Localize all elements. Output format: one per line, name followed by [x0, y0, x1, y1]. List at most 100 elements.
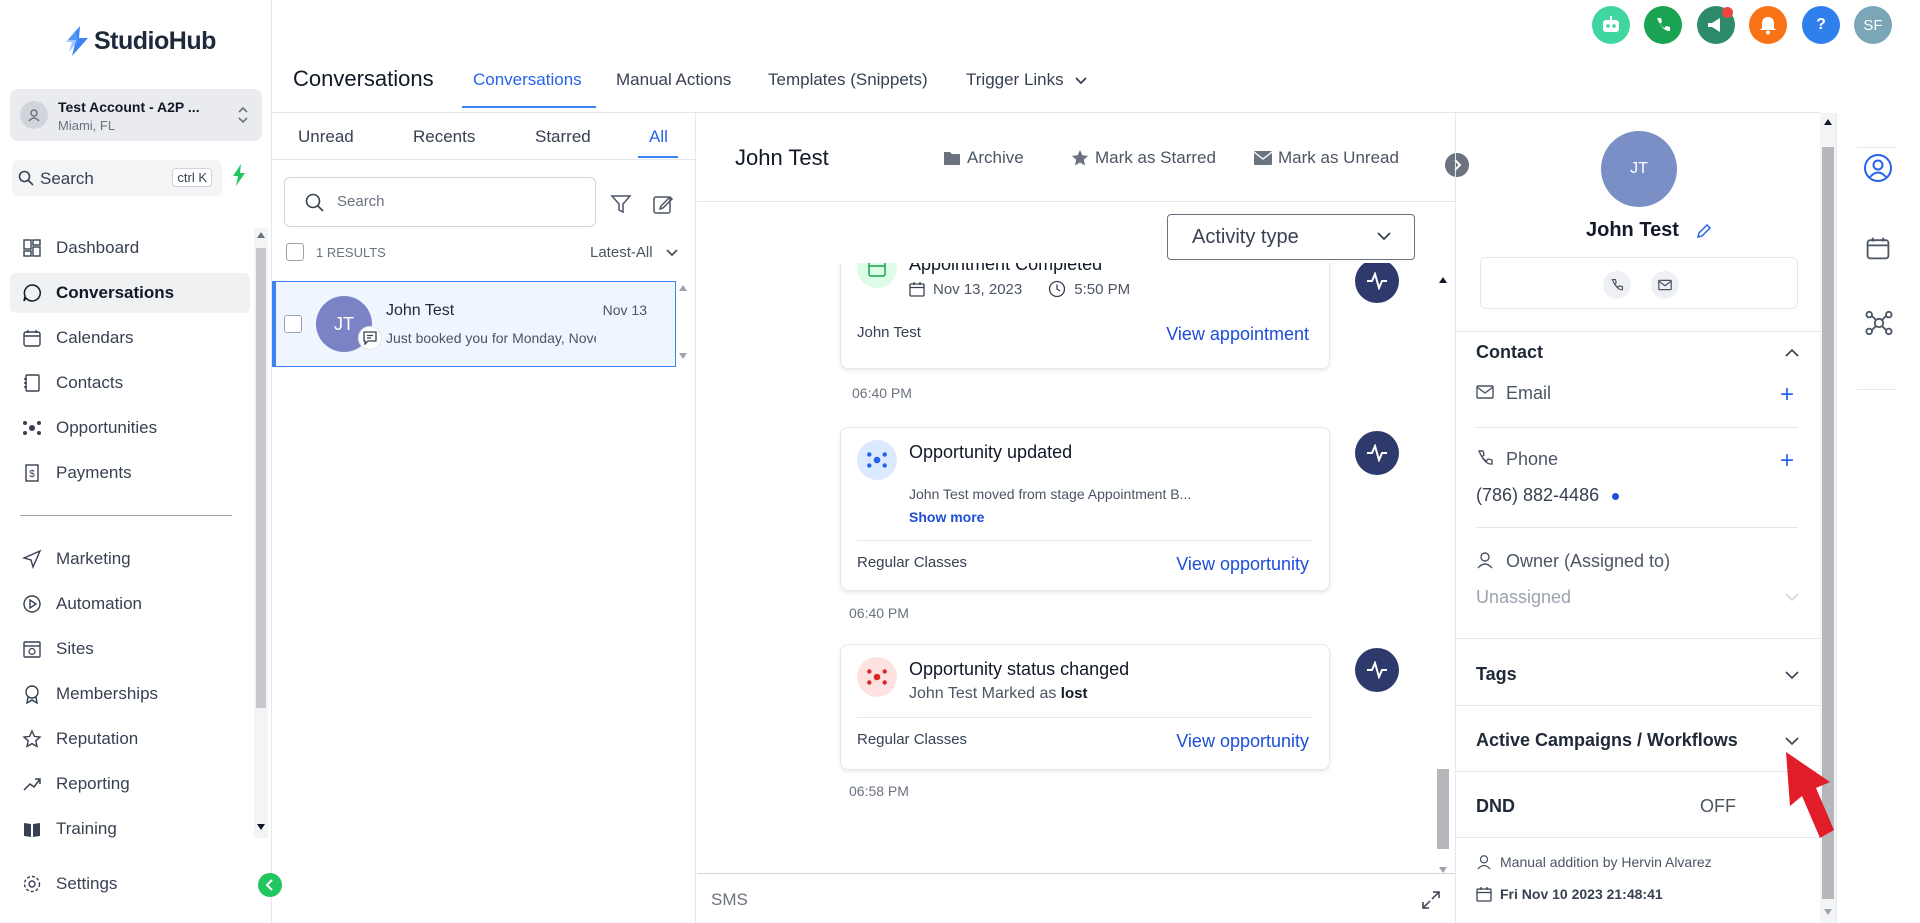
tab-templates[interactable]: Templates (Snippets) — [768, 70, 928, 90]
message-composer[interactable]: SMS — [697, 873, 1455, 923]
mark-unread-label: Mark as Unread — [1278, 148, 1399, 167]
chevron-down-icon[interactable] — [1784, 591, 1800, 603]
call-button[interactable] — [1603, 271, 1631, 299]
add-email-button[interactable]: + — [1780, 383, 1794, 407]
sidebar-item-label: Memberships — [56, 684, 159, 703]
chevron-down-icon — [1075, 76, 1088, 84]
contact-profile-icon[interactable] — [1863, 153, 1893, 183]
thread-scrollbar[interactable] — [1435, 273, 1451, 879]
card-title: Appointment Completed — [909, 263, 1103, 274]
phone-value[interactable]: (786) 882-4486 — [1476, 485, 1620, 506]
sidebar-item-reporting[interactable]: Reporting — [10, 764, 250, 804]
thread-scroll-thumb[interactable] — [1437, 769, 1449, 849]
archive-button[interactable]: Archive — [943, 148, 1024, 168]
conversation-checkbox[interactable] — [284, 315, 302, 333]
view-opportunity-link[interactable]: View opportunity — [1176, 731, 1309, 752]
user-avatar-button[interactable]: SF — [1854, 6, 1892, 44]
contact-section-header[interactable]: Contact — [1476, 342, 1543, 363]
quick-contact-actions — [1480, 257, 1798, 309]
sidebar-item-label: Payments — [56, 463, 132, 482]
sort-dropdown[interactable]: Latest-All — [590, 244, 679, 261]
filter-tab-starred[interactable]: Starred — [535, 127, 591, 147]
sidebar-item-calendars[interactable]: Calendars — [10, 318, 250, 358]
activity-pulse-badge — [1355, 431, 1399, 475]
channel-label: SMS — [711, 890, 748, 909]
tab-trigger-links[interactable]: Trigger Links — [966, 70, 1088, 90]
mark-starred-button[interactable]: Mark as Starred — [1071, 148, 1216, 168]
sms-channel-badge — [358, 326, 382, 350]
sidebar-item-conversations[interactable]: Conversations — [10, 273, 250, 313]
sidebar-item-training[interactable]: Training — [10, 809, 250, 849]
dnd-section-header[interactable]: DND — [1476, 796, 1515, 817]
sidebar-item-opportunities[interactable]: Opportunities — [10, 408, 250, 448]
sidebar-item-automation[interactable]: Automation — [10, 584, 250, 624]
conversation-search-input[interactable]: Search — [284, 177, 596, 227]
phone-button[interactable] — [1644, 6, 1682, 44]
expand-icon[interactable] — [1421, 890, 1441, 910]
sidebar-item-reputation[interactable]: Reputation — [10, 719, 250, 759]
view-appointment-link[interactable]: View appointment — [1166, 324, 1309, 345]
calendar-icon[interactable] — [1865, 235, 1891, 261]
sidebar-item-dashboard[interactable]: Dashboard — [10, 228, 250, 268]
timestamp: 06:40 PM — [849, 605, 909, 621]
chevron-down-icon[interactable] — [1784, 735, 1800, 747]
scroll-down-icon — [679, 353, 687, 359]
owner-select[interactable]: Unassigned — [1476, 587, 1571, 608]
opportunities-icon[interactable] — [1865, 309, 1893, 337]
sidebar-item-memberships[interactable]: Memberships — [10, 674, 250, 714]
tab-manual-actions[interactable]: Manual Actions — [616, 70, 731, 90]
tab-trigger-links-label: Trigger Links — [966, 70, 1064, 89]
chevron-down-icon[interactable] — [1784, 669, 1800, 681]
pencil-edit-icon[interactable] — [1696, 223, 1712, 239]
view-opportunity-link[interactable]: View opportunity — [1176, 554, 1309, 575]
sidebar-scrollbar[interactable] — [254, 228, 268, 838]
section-divider — [1456, 771, 1821, 772]
activity-type-select[interactable]: Activity type — [1167, 214, 1415, 260]
sidebar-item-payments[interactable]: $ Payments — [10, 453, 250, 493]
show-more-link[interactable]: Show more — [909, 509, 984, 525]
help-label: ? — [1816, 16, 1826, 33]
status-text: John Test Marked as — [909, 685, 1061, 702]
activity-icon — [1367, 661, 1387, 679]
list-scrollbar[interactable] — [676, 281, 690, 367]
envelope-icon — [1658, 279, 1672, 291]
sidebar-item-sites[interactable]: Sites — [10, 629, 250, 669]
email-button[interactable] — [1651, 271, 1679, 299]
brand-logo[interactable]: StudioHub — [66, 26, 216, 56]
mark-unread-button[interactable]: Mark as Unread — [1254, 148, 1399, 168]
filter-tab-recents[interactable]: Recents — [413, 127, 475, 147]
select-all-checkbox[interactable] — [286, 243, 304, 261]
chevron-up-icon[interactable] — [1784, 347, 1800, 359]
campaigns-section-header[interactable]: Active Campaigns / Workflows — [1476, 730, 1738, 751]
right-rail — [1836, 113, 1920, 923]
filter-tab-all[interactable]: All — [649, 127, 668, 147]
account-avatar — [20, 101, 48, 129]
badge-icon — [25, 685, 39, 704]
activity-card-appointment: Appointment Completed Nov 13, 2023 5:50 … — [840, 263, 1330, 369]
thread-header-divider — [697, 201, 1455, 202]
email-label: Email — [1506, 383, 1552, 403]
filter-icon[interactable] — [610, 193, 632, 215]
filter-tab-unread[interactable]: Unread — [298, 127, 354, 147]
announcements-button[interactable] — [1697, 6, 1735, 44]
tab-active-underline — [462, 106, 596, 108]
tags-section-header[interactable]: Tags — [1476, 664, 1517, 685]
help-button[interactable]: ? — [1802, 6, 1840, 44]
sidebar-item-settings[interactable]: Settings — [10, 864, 250, 904]
notifications-button[interactable] — [1749, 6, 1787, 44]
sidebar-search[interactable]: Search ctrl K — [12, 160, 222, 196]
sidebar-item-label: Conversations — [56, 283, 175, 302]
sidebar-scroll-thumb[interactable] — [256, 248, 266, 708]
sidebar-item-marketing[interactable]: Marketing — [10, 539, 250, 579]
account-switcher[interactable]: Test Account - A2P ... Miami, FL — [10, 89, 262, 141]
ai-bot-button[interactable] — [1592, 6, 1630, 44]
sidebar-item-label: Contacts — [56, 373, 124, 392]
compose-edit-icon[interactable] — [652, 193, 674, 215]
quick-action-bolt-icon[interactable] — [232, 164, 246, 186]
gear-icon — [23, 875, 41, 893]
add-phone-button[interactable]: + — [1780, 449, 1794, 473]
tab-conversations[interactable]: Conversations — [473, 70, 582, 90]
sidebar-item-contacts[interactable]: Contacts — [10, 363, 250, 403]
conversation-list-item[interactable]: JT John Test Nov 13 Just booked you for … — [272, 281, 676, 367]
user-icon — [1477, 855, 1491, 870]
